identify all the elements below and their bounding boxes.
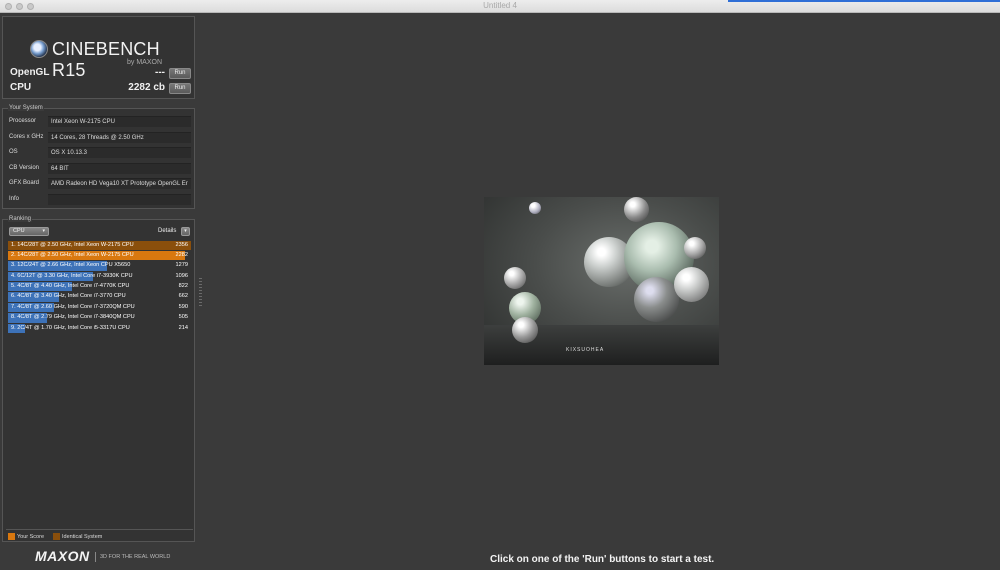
your-system-title: Your System xyxy=(8,105,44,111)
render-preview-image: KIXSUOHEA xyxy=(484,197,719,365)
info-row: Info xyxy=(6,193,193,206)
os-label: OS xyxy=(9,149,18,155)
ranking-type-select[interactable]: CPU ▾ xyxy=(9,227,49,236)
ranking-row-label: 6. 4C/8T @ 3.40 GHz, Intel Core i7-3770 … xyxy=(11,293,126,300)
ranking-row-label: 1. 14C/28T @ 2.50 GHz, Intel Xeon W-2175… xyxy=(11,241,134,248)
ranking-row-label: 9. 2C/4T @ 1.70 GHz, Intel Core i5-3317U… xyxy=(11,324,130,331)
ranking-row[interactable]: 1. 14C/28T @ 2.50 GHz, Intel Xeon W-2175… xyxy=(8,240,191,250)
os-field[interactable]: OS X 10.13.3 xyxy=(48,147,191,158)
info-label: Info xyxy=(9,195,20,202)
os-row: OS OS X 10.13.3 xyxy=(6,146,193,159)
your-score-swatch xyxy=(8,533,15,540)
run-cpu-button[interactable]: Run xyxy=(169,83,191,94)
cores-label: Cores x GHz xyxy=(9,133,44,140)
ranking-legend: Your Score Identical System xyxy=(6,529,193,541)
render-watermark: KIXSUOHEA xyxy=(566,347,605,353)
ranking-row-label: 4. 6C/12T @ 3.30 GHz, Intel Core i7-3930… xyxy=(11,272,133,279)
ranking-row-label: 8. 4C/8T @ 2.79 GHz, Intel Core i7-3840Q… xyxy=(11,314,135,321)
gfx-board-row: GFX Board AMD Radeon HD Vega10 XT Protot… xyxy=(6,177,193,190)
cpu-score: 2282 cb xyxy=(128,82,165,93)
cpu-score-row: CPU 2282 cb Run xyxy=(8,82,193,95)
opengl-score-row: OpenGL --- Run xyxy=(8,67,193,80)
opengl-label: OpenGL xyxy=(10,67,50,78)
cpu-label: CPU xyxy=(10,82,32,93)
ranking-row[interactable]: 9. 2C/4T @ 1.70 GHz, Intel Core i5-3317U… xyxy=(8,323,191,334)
processor-row: Processor Intel Xeon W-2175 CPU xyxy=(6,115,193,128)
ranking-row-label: 2. 14C/28T @ 2.50 GHz, Intel Xeon W-2175… xyxy=(11,251,134,258)
details-label: Details xyxy=(158,228,177,234)
ranking-row[interactable]: 8. 4C/8T @ 2.79 GHz, Intel Core i7-3840Q… xyxy=(8,313,191,323)
opengl-score: --- xyxy=(155,67,165,78)
cores-row: Cores x GHz 14 Cores, 28 Threads @ 2.50 … xyxy=(6,131,193,144)
ranking-row[interactable]: 6. 4C/8T @ 3.40 GHz, Intel Core i7-3770 … xyxy=(8,292,191,302)
score-panel: CINEBENCH R15 by MAXON OpenGL --- Run CP… xyxy=(2,16,195,99)
processor-field[interactable]: Intel Xeon W-2175 CPU xyxy=(48,116,191,127)
ranking-row[interactable]: 3. 12C/24T @ 2.66 GHz, Intel Xeon CPU X5… xyxy=(8,261,191,271)
ranking-row-label: 3. 12C/24T @ 2.66 GHz, Intel Xeon CPU X5… xyxy=(11,262,131,269)
cb-version-label: CB Version xyxy=(9,164,40,171)
ranking-row-score: 662 xyxy=(178,293,188,300)
gfx-board-label: GFX Board xyxy=(9,180,40,186)
run-opengl-button[interactable]: Run xyxy=(169,68,191,79)
ranking-panel: Ranking CPU ▾ Details ▾ 1. 14C/28T @ 2.5… xyxy=(2,216,195,542)
ranking-row-score: 505 xyxy=(178,314,188,321)
render-sphere xyxy=(634,277,679,322)
status-hint: Click on one of the 'Run' buttons to sta… xyxy=(490,554,715,565)
ranking-row[interactable]: 5. 4C/8T @ 4.40 GHz, Intel Core i7-4770K… xyxy=(8,282,191,292)
ranking-title: Ranking xyxy=(8,216,33,222)
identical-system-legend: Identical System xyxy=(62,533,103,540)
ranking-row-score: 1096 xyxy=(175,272,188,279)
your-score-legend: Your Score xyxy=(17,533,45,540)
ranking-row-score: 2356 xyxy=(175,241,188,248)
render-sphere xyxy=(624,197,649,222)
ranking-row-label: 5. 4C/8T @ 4.40 GHz, Intel Core i7-4770K… xyxy=(11,283,130,290)
progress-line xyxy=(728,0,1000,2)
window-titlebar[interactable]: Untitled 4 xyxy=(0,0,1000,13)
cinebench-logo-icon xyxy=(30,40,48,58)
ranking-row-score: 1279 xyxy=(175,262,188,269)
render-sphere xyxy=(504,267,526,289)
render-sphere xyxy=(529,202,541,214)
ranking-row-score: 2282 xyxy=(175,251,188,258)
app-logo-subtitle: by MAXON xyxy=(127,59,163,66)
panel-splitter-handle[interactable] xyxy=(199,278,202,306)
identical-system-swatch xyxy=(53,533,60,540)
ranking-row[interactable]: 4. 6C/12T @ 3.30 GHz, Intel Core i7-3930… xyxy=(8,271,191,282)
your-system-panel: Your System Processor Intel Xeon W-2175 … xyxy=(2,105,195,209)
ranking-row-label: 7. 4C/8T @ 2.60 GHz, Intel Core i7-3720Q… xyxy=(11,303,135,310)
select-arrow-icon: ▾ xyxy=(42,228,45,234)
cores-field[interactable]: 14 Cores, 28 Threads @ 2.50 GHz xyxy=(48,131,191,143)
ranking-type-value: CPU xyxy=(13,228,25,234)
ranking-list: 1. 14C/28T @ 2.50 GHz, Intel Xeon W-2175… xyxy=(8,240,191,334)
ranking-row-score: 590 xyxy=(178,303,188,310)
ranking-row-score: 214 xyxy=(178,324,188,331)
gfx-board-field[interactable]: AMD Radeon HD Vega10 XT Prototype OpenGL… xyxy=(48,178,191,189)
window-title: Untitled 4 xyxy=(483,1,517,10)
render-sphere xyxy=(684,237,706,259)
processor-label: Processor xyxy=(9,118,37,124)
ranking-row[interactable]: 2. 14C/28T @ 2.50 GHz, Intel Xeon W-2175… xyxy=(8,250,191,261)
maxon-logo: MAXON xyxy=(35,548,90,564)
ranking-row-score: 822 xyxy=(178,283,188,290)
ranking-row[interactable]: 7. 4C/8T @ 2.60 GHz, Intel Core i7-3720Q… xyxy=(8,302,191,313)
maxon-tagline: 3D FOR THE REAL WORLD xyxy=(95,552,170,562)
cb-version-field[interactable]: 64 BIT xyxy=(48,162,191,174)
render-sphere xyxy=(674,267,709,302)
details-toggle-button[interactable]: ▾ xyxy=(181,227,190,236)
render-sphere xyxy=(512,317,538,343)
cb-version-row: CB Version 64 BIT xyxy=(6,162,193,175)
info-field[interactable] xyxy=(48,193,191,205)
